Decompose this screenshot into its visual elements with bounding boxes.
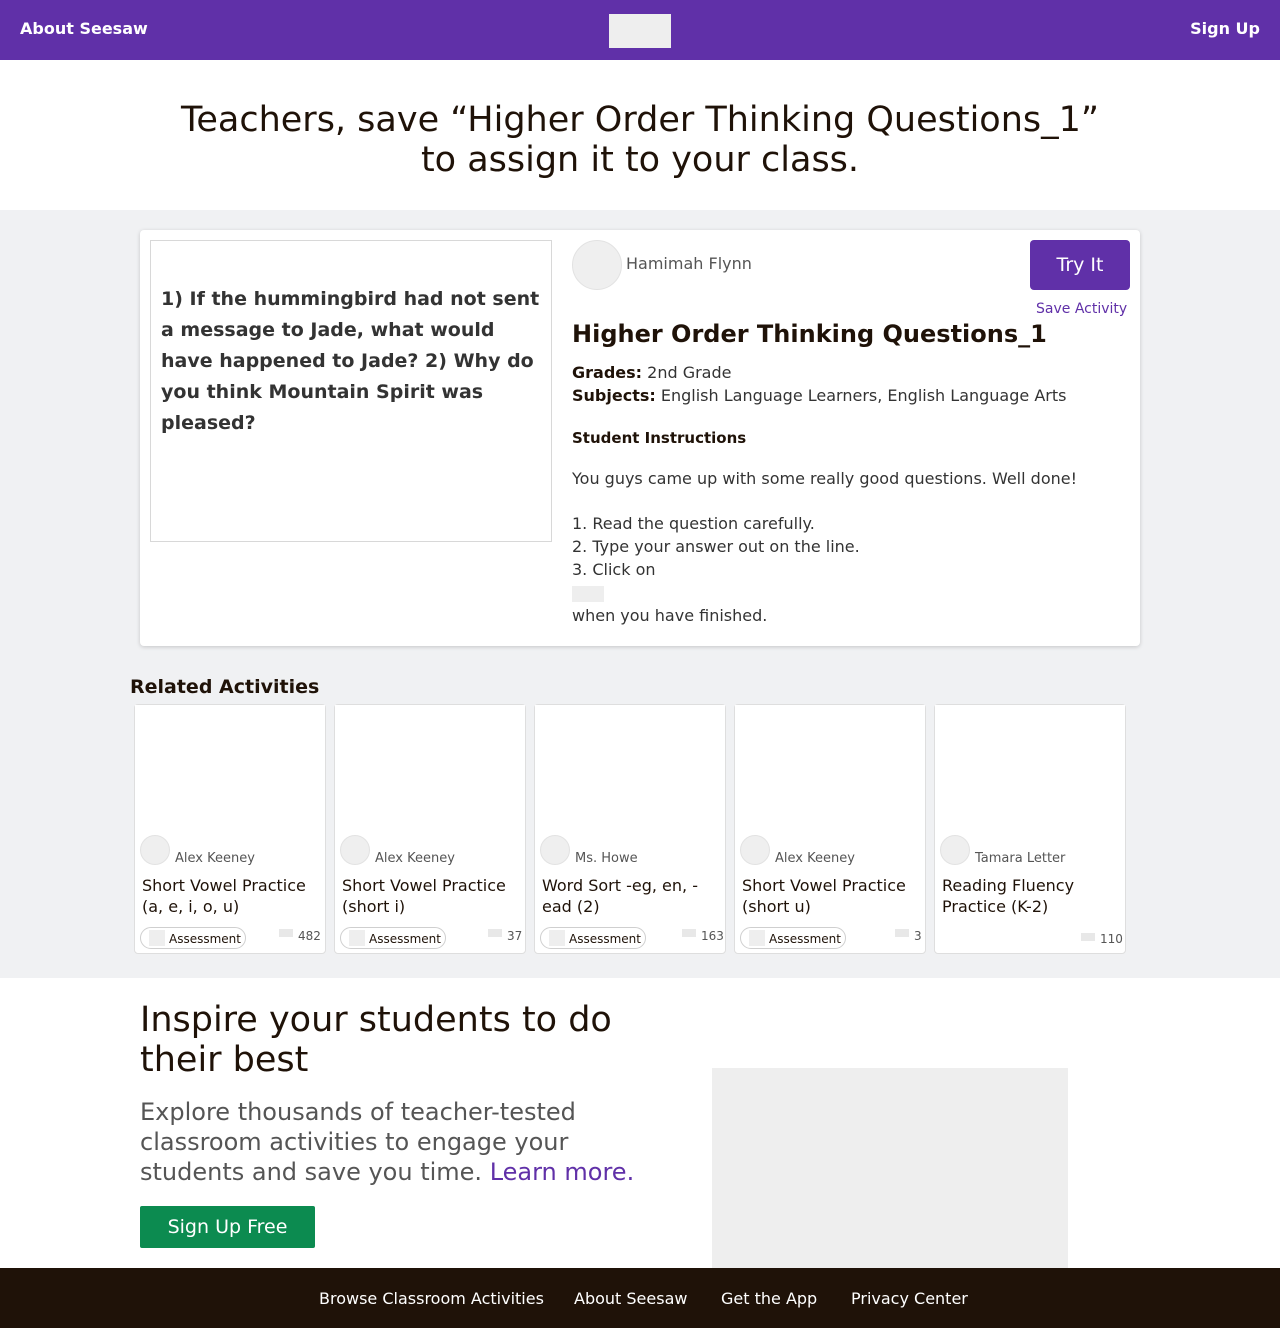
assessment-icon — [549, 930, 565, 946]
comment-icon — [279, 929, 293, 937]
author-avatar — [540, 835, 570, 865]
footer: Browse Classroom Activities About Seesaw… — [0, 1268, 1280, 1328]
seesaw-logo-icon[interactable] — [609, 14, 671, 48]
author-avatar — [140, 835, 170, 865]
activity-thumbnail[interactable] — [935, 705, 1125, 833]
related-activity-card[interactable]: Tamara Letter Reading Fluency Practice (… — [934, 704, 1126, 954]
related-activity-card[interactable]: Alex Keeney Short Vowel Practice (short … — [334, 704, 526, 954]
assessment-tag: Assessment — [140, 927, 246, 949]
tag-label: Assessment — [169, 932, 241, 946]
activity-thumbnail[interactable] — [335, 705, 525, 833]
tag-label: Assessment — [369, 932, 441, 946]
save-activity-link[interactable]: Save Activity — [1036, 301, 1127, 317]
related-title[interactable]: Reading Fluency Practice (K-2) — [942, 875, 1122, 917]
about-seesaw-link[interactable]: About Seesaw — [20, 19, 148, 38]
related-title[interactable]: Short Vowel Practice (short i) — [342, 875, 522, 917]
page-title: Teachers, save “Higher Order Thinking Qu… — [180, 100, 1100, 180]
grades-value: 2nd Grade — [647, 363, 732, 382]
activity-card: 1) If the hummingbird had not sent a mes… — [140, 230, 1140, 646]
footer-link-get-the-app[interactable]: Get the App — [721, 1289, 817, 1308]
sign-up-link[interactable]: Sign Up — [1190, 19, 1260, 38]
usage-count: 3 — [914, 929, 922, 943]
author-avatar — [940, 835, 970, 865]
related-author: Alex Keeney — [175, 851, 255, 866]
assessment-tag: Assessment — [340, 927, 446, 949]
comment-icon — [1081, 933, 1095, 941]
footer-link-about-seesaw[interactable]: About Seesaw — [574, 1289, 687, 1308]
instruction-line: 2. Type your answer out on the line. — [572, 537, 860, 556]
hero-section: Teachers, save “Higher Order Thinking Qu… — [0, 60, 1280, 210]
related-title[interactable]: Word Sort -eg, en, -ead (2) — [542, 875, 722, 917]
top-navigation-bar: About Seesaw Sign Up — [0, 0, 1280, 60]
author-avatar — [340, 835, 370, 865]
tag-label: Assessment — [769, 932, 841, 946]
grades-line: Grades: 2nd Grade — [572, 363, 731, 382]
related-author: Alex Keeney — [375, 851, 455, 866]
instruction-line: 1. Read the question carefully. — [572, 514, 815, 533]
promo-image — [712, 1068, 1068, 1268]
promo-heading: Inspire your students to do their best — [140, 1000, 612, 1080]
assessment-tag: Assessment — [740, 927, 846, 949]
related-title[interactable]: Short Vowel Practice (a, e, i, o, u) — [142, 875, 322, 917]
comment-icon — [895, 929, 909, 937]
related-author: Ms. Howe — [575, 851, 638, 866]
subjects-line: Subjects: English Language Learners, Eng… — [572, 386, 1066, 405]
related-author: Alex Keeney — [775, 851, 855, 866]
activity-thumbnail[interactable] — [535, 705, 725, 833]
author-name: Hamimah Flynn — [626, 254, 752, 273]
promo-body: Explore thousands of teacher-tested clas… — [140, 1097, 640, 1187]
usage-count: 110 — [1100, 932, 1123, 946]
related-activities-heading: Related Activities — [130, 676, 320, 698]
comment-icon — [488, 929, 502, 937]
assessment-icon — [749, 930, 765, 946]
related-title[interactable]: Short Vowel Practice (short u) — [742, 875, 922, 917]
learn-more-link[interactable]: Learn more. — [490, 1158, 635, 1186]
assessment-icon — [149, 930, 165, 946]
comment-icon — [682, 929, 696, 937]
subjects-label: Subjects: — [572, 386, 656, 405]
instruction-line: when you have finished. — [572, 606, 768, 625]
related-activity-card[interactable]: Ms. Howe Word Sort -eg, en, -ead (2) Ass… — [534, 704, 726, 954]
activity-thumbnail[interactable] — [735, 705, 925, 833]
subjects-value: English Language Learners, English Langu… — [660, 386, 1067, 405]
instruction-line: 3. Click on — [572, 560, 656, 579]
usage-count: 37 — [507, 929, 523, 943]
tag-label: Assessment — [569, 932, 641, 946]
usage-count: 163 — [701, 929, 724, 943]
author-avatar — [740, 835, 770, 865]
check-button-icon — [572, 586, 604, 602]
assessment-tag: Assessment — [540, 927, 646, 949]
activity-title: Higher Order Thinking Questions_1 — [572, 320, 1047, 348]
preview-text: 1) If the hummingbird had not sent a mes… — [161, 288, 540, 434]
assessment-icon — [349, 930, 365, 946]
sign-up-free-button[interactable]: Sign Up Free — [140, 1206, 315, 1248]
related-activity-card[interactable]: Alex Keeney Short Vowel Practice (short … — [734, 704, 926, 954]
related-activity-card[interactable]: Alex Keeney Short Vowel Practice (a, e, … — [134, 704, 326, 954]
activity-preview[interactable]: 1) If the hummingbird had not sent a mes… — [150, 240, 552, 542]
related-author: Tamara Letter — [975, 851, 1066, 866]
activity-thumbnail[interactable] — [135, 705, 325, 833]
try-it-button[interactable]: Try It — [1030, 240, 1130, 290]
instruction-line: You guys came up with some really good q… — [572, 469, 1077, 488]
author-avatar — [572, 240, 622, 290]
footer-link-browse-activities[interactable]: Browse Classroom Activities — [319, 1289, 544, 1308]
footer-link-privacy-center[interactable]: Privacy Center — [851, 1289, 968, 1308]
grades-label: Grades: — [572, 363, 643, 382]
student-instructions-heading: Student Instructions — [572, 429, 747, 447]
usage-count: 482 — [298, 929, 321, 943]
